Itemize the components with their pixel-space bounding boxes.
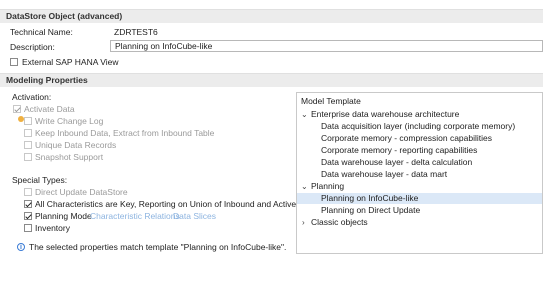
activate-data-label: Activate Data [24, 104, 75, 114]
direct-update-label: Direct Update DataStore [35, 187, 128, 197]
description-field[interactable]: Planning on InfoCube-like [110, 40, 543, 52]
tree-node-planning-direct-update[interactable]: Planning on Direct Update [297, 205, 542, 216]
inventory-checkbox[interactable] [24, 224, 32, 232]
section-title: Modeling Properties [6, 75, 88, 85]
keep-inbound-data-checkbox [24, 129, 32, 137]
tree-node-corporate-memory-reporting[interactable]: Corporate memory - reporting capabilitie… [297, 145, 542, 156]
keep-inbound-data-label: Keep Inbound Data, Extract from Inbound … [35, 128, 215, 138]
section-header-modeling: Modeling Properties [0, 73, 543, 87]
external-hana-view-checkbox[interactable] [10, 58, 18, 66]
tree-node-label: Data warehouse layer - data mart [321, 169, 448, 179]
planning-mode-label: Planning Mode [35, 211, 92, 221]
tree-node-dw-data-mart[interactable]: Data warehouse layer - data mart [297, 169, 542, 180]
section-title: DataStore Object (advanced) [6, 11, 123, 21]
write-change-log-label: Write Change Log [35, 116, 104, 126]
write-change-log-checkbox [24, 117, 32, 125]
unique-data-records-checkbox [24, 141, 32, 149]
tree-node-label: Corporate memory - compression capabilit… [321, 133, 493, 143]
technical-name-value: ZDRTEST6 [114, 27, 158, 37]
chevron-right-icon[interactable]: › [302, 217, 305, 228]
chevron-down-icon[interactable]: ⌄ [301, 181, 308, 192]
section-header-datastore: DataStore Object (advanced) [0, 9, 543, 23]
activation-label: Activation: [12, 92, 52, 102]
tree-node-enterprise-dw[interactable]: ⌄ Enterprise data warehouse architecture [297, 109, 542, 120]
tree-node-planning-infocube-like[interactable]: Planning on InfoCube-like [297, 193, 542, 204]
info-icon: i [17, 243, 25, 251]
snapshot-support-checkbox [24, 153, 32, 161]
special-types-label: Special Types: [12, 175, 68, 185]
tree-node-corporate-memory-compression[interactable]: Corporate memory - compression capabilit… [297, 133, 542, 144]
tree-node-label: Planning on InfoCube-like [321, 193, 419, 203]
chevron-down-icon[interactable]: ⌄ [301, 109, 308, 120]
unique-data-records-label: Unique Data Records [35, 140, 117, 150]
data-slices-link[interactable]: Data Slices [173, 211, 216, 221]
planning-mode-checkbox[interactable] [24, 212, 32, 220]
tree-node-label: Corporate memory - reporting capabilitie… [321, 145, 478, 155]
all-characteristics-key-checkbox[interactable] [24, 200, 32, 208]
tree-node-dw-delta[interactable]: Data warehouse layer - delta calculation [297, 157, 542, 168]
description-label: Description: [10, 42, 55, 52]
direct-update-checkbox [24, 188, 32, 196]
model-template-title: Model Template [301, 96, 361, 106]
characteristic-relations-link[interactable]: Characteristic Relations [90, 211, 180, 221]
tree-node-data-acquisition[interactable]: Data acquisition layer (including corpor… [297, 121, 542, 132]
tree-node-planning[interactable]: ⌄ Planning [297, 181, 542, 192]
external-hana-view-label: External SAP HANA View [22, 57, 119, 67]
technical-name-label: Technical Name: [10, 27, 73, 37]
tree-node-label: Planning [311, 181, 345, 191]
activate-data-checkbox [13, 105, 21, 113]
tree-node-label: Data warehouse layer - delta calculation [321, 157, 473, 167]
info-message: The selected properties match template "… [29, 242, 287, 252]
tree-node-label: Data acquisition layer (including corpor… [321, 121, 516, 131]
tree-node-classic-objects[interactable]: › Classic objects [297, 217, 542, 228]
inventory-label: Inventory [35, 223, 70, 233]
tree-node-label: Classic objects [311, 217, 368, 227]
snapshot-support-label: Snapshot Support [35, 152, 104, 162]
tree-node-label: Planning on Direct Update [321, 205, 421, 215]
model-template-panel: Model Template ⌄ Enterprise data warehou… [296, 92, 543, 254]
all-characteristics-key-label: All Characteristics are Key, Reporting o… [35, 199, 319, 209]
tree-node-label: Enterprise data warehouse architecture [311, 109, 460, 119]
